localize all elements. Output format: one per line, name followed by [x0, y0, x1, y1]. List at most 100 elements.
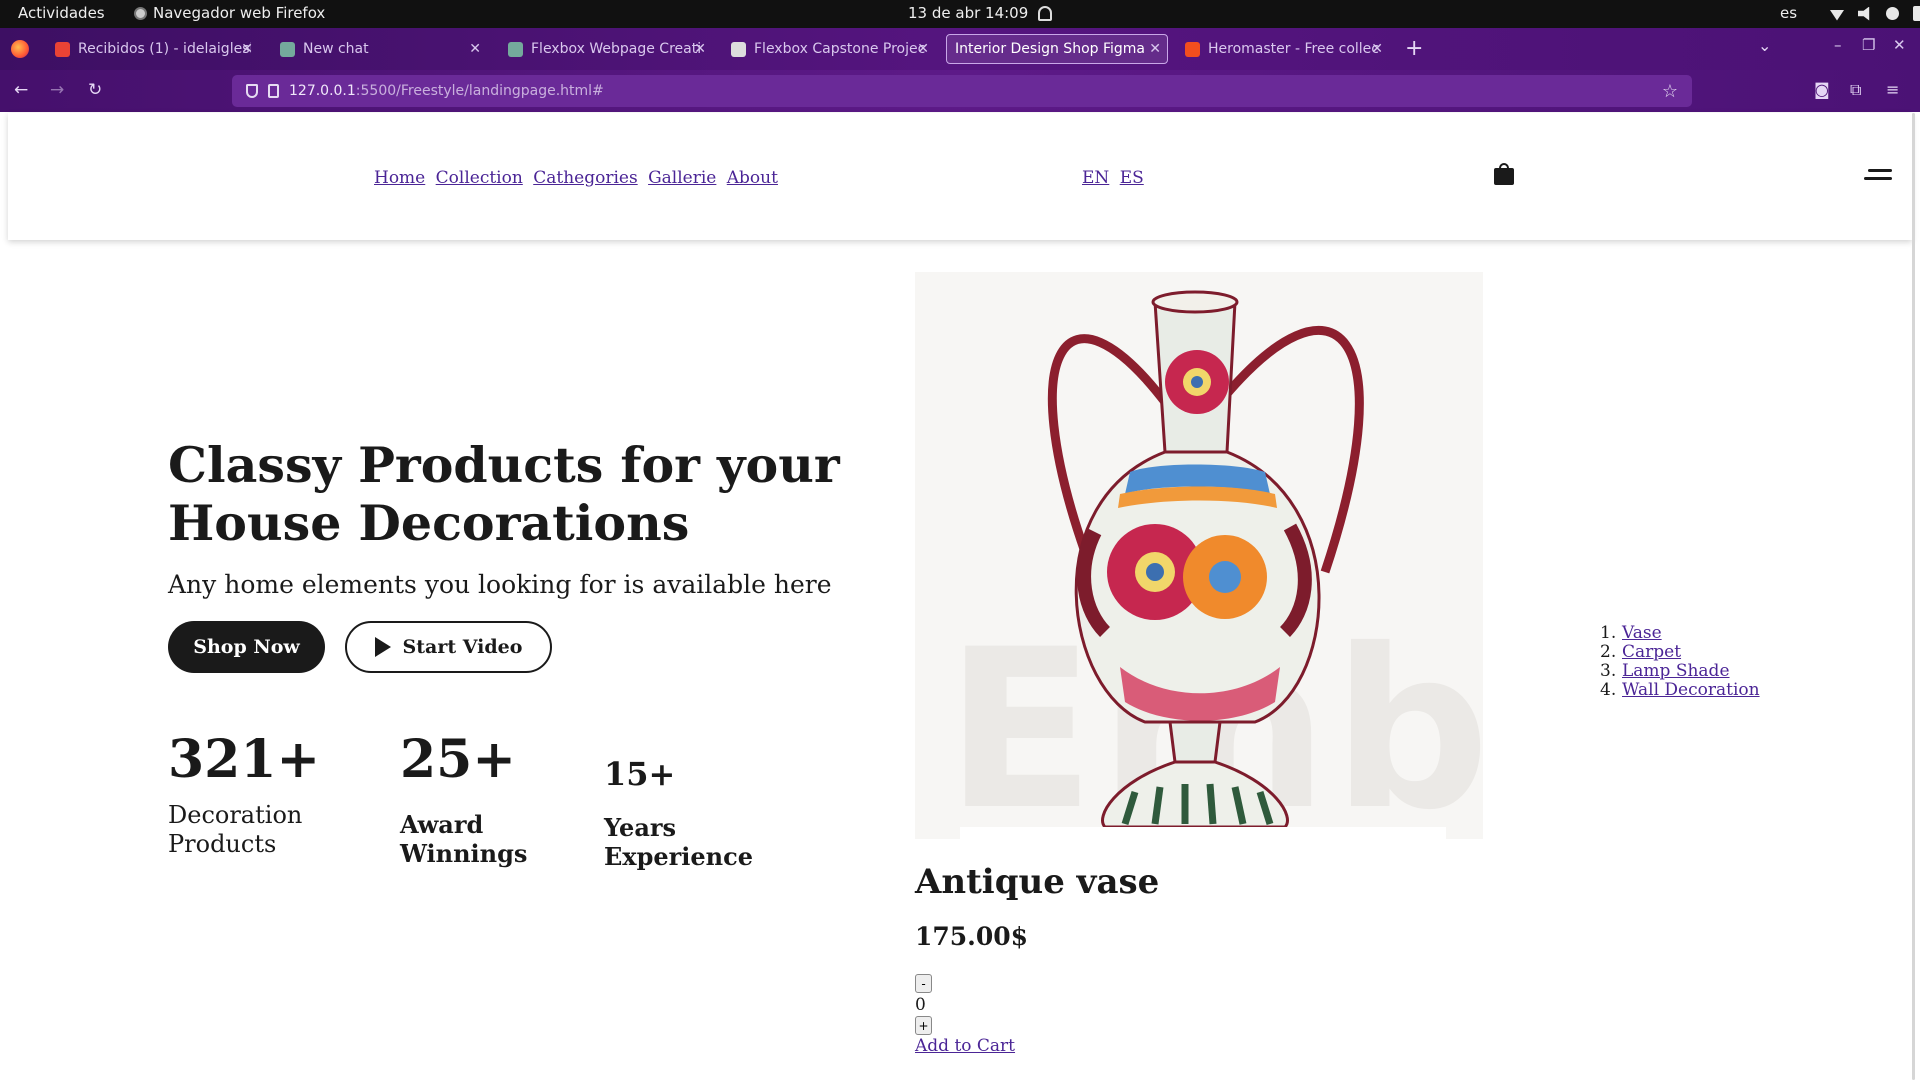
new-tab-icon[interactable]: +: [1405, 36, 1423, 61]
tab-heromaster[interactable]: Heromaster - Free collec ✕: [1177, 34, 1389, 64]
volume-icon: [1858, 6, 1870, 21]
category-list: 1. Vase 2. Carpet 3. Lamp Shade 4. Wall Deco…: [1600, 624, 1760, 700]
shopping-bag-icon[interactable]: [1494, 163, 1514, 185]
forward-icon[interactable]: →: [50, 80, 64, 100]
image-favicon-icon: [731, 41, 746, 57]
browser-tab-bar: Recibidos (1) - idelaiglesi ✕ New chat ✕…: [0, 28, 1920, 70]
bookmark-star-icon[interactable]: ☆: [1662, 81, 1678, 102]
stat-value: 25+: [400, 729, 516, 790]
stat-years-experience: 15+ Years Experience: [604, 752, 784, 871]
category-carpet[interactable]: Carpet: [1622, 643, 1681, 662]
start-video-label: Start Video: [402, 636, 523, 658]
url-bar[interactable]: 127.0.0.1:5500/Freestyle/landingpage.htm…: [232, 75, 1692, 107]
tab-interior-design-shop[interactable]: Interior Design Shop Figma ✕: [946, 34, 1168, 64]
product-image: Embo: [915, 272, 1483, 839]
tab-gmail[interactable]: Recibidos (1) - idelaiglesi ✕: [47, 34, 259, 64]
power-icon: [1886, 7, 1899, 20]
pocket-icon[interactable]: ◙: [1814, 80, 1830, 99]
image-base-strip: [960, 827, 1446, 839]
app-menu-icon[interactable]: ≡: [1886, 80, 1899, 99]
hero-title: Classy Products for your House Decoratio…: [168, 436, 840, 552]
stat-decoration-products: 321+ Decoration Products: [168, 729, 348, 859]
hero-subtitle: Any home elements you looking for is ava…: [168, 570, 832, 599]
lang-en[interactable]: EN: [1082, 168, 1109, 188]
tab-flexbox-webpage[interactable]: Flexbox Webpage Creati ✕: [500, 34, 712, 64]
close-tab-icon[interactable]: ✕: [917, 41, 929, 57]
main-nav: Home Collection Cathegories Gallerie Abo…: [374, 168, 783, 188]
nav-home[interactable]: Home: [374, 168, 425, 188]
figma-favicon-icon: [1185, 41, 1200, 57]
url-path: :5500/Freestyle/landingpage.html#: [355, 83, 604, 99]
start-video-button[interactable]: Start Video: [345, 621, 552, 673]
input-language[interactable]: es: [1780, 4, 1797, 22]
stat-label: Years Experience: [604, 813, 754, 871]
stat-value: 321+: [168, 729, 321, 790]
stat-value: 15+: [604, 755, 676, 793]
close-window-icon[interactable]: ✕: [1893, 36, 1906, 54]
url-text[interactable]: 127.0.0.1:5500/Freestyle/landingpage.htm…: [289, 83, 604, 99]
tab-flexbox-capstone[interactable]: Flexbox Capstone Projec ✕: [723, 34, 935, 64]
restore-icon[interactable]: ❐: [1862, 36, 1875, 54]
close-tab-icon[interactable]: ✕: [694, 41, 706, 57]
close-tab-icon[interactable]: ✕: [469, 41, 481, 57]
category-wall-decoration[interactable]: Wall Decoration: [1622, 681, 1760, 700]
quantity-value: 0: [915, 995, 926, 1015]
tab-new-chat[interactable]: New chat ✕: [272, 34, 487, 64]
chatgpt-favicon-icon: [280, 41, 295, 57]
clock[interactable]: 13 de abr 14:09: [908, 4, 1053, 22]
list-item: 4. Wall Decoration: [1600, 680, 1760, 700]
gmail-favicon-icon: [55, 41, 70, 57]
stat-award-winnings: 25+ Award Winnings: [400, 729, 560, 868]
vase-illustration: [1047, 290, 1364, 829]
category-vase[interactable]: Vase: [1622, 624, 1662, 643]
list-item: 1. Vase: [1600, 623, 1662, 643]
tab-title: Flexbox Webpage Creati: [531, 41, 702, 57]
list-item: 3. Lamp Shade: [1600, 661, 1730, 681]
minimize-icon[interactable]: –: [1834, 36, 1842, 54]
app-name: Navegador web Firefox: [153, 4, 326, 22]
browser-nav-bar: ← → ↻ 127.0.0.1:5500/Freestyle/landingpa…: [0, 70, 1920, 112]
stat-label: Decoration Products: [168, 801, 303, 858]
nav-gallerie[interactable]: Gallerie: [648, 168, 716, 188]
hamburger-menu-icon[interactable]: [1864, 169, 1892, 181]
product-price: 175.00$: [915, 922, 1029, 951]
language-switcher: EN ES: [1082, 168, 1149, 188]
page-scrollbar[interactable]: [1912, 113, 1915, 1080]
activities-button[interactable]: Actividades: [18, 4, 105, 22]
list-all-tabs-icon[interactable]: ⌄: [1758, 36, 1771, 55]
tab-title: Interior Design Shop Figma: [955, 41, 1145, 57]
shield-icon[interactable]: [246, 84, 258, 98]
close-tab-icon[interactable]: ✕: [1371, 41, 1383, 57]
extensions-icon[interactable]: ⧉: [1850, 80, 1861, 100]
nav-cathegories[interactable]: Cathegories: [533, 168, 637, 188]
stat-label: Award Winnings: [400, 810, 528, 868]
page-info-icon[interactable]: [268, 84, 279, 98]
nav-about[interactable]: About: [727, 168, 778, 188]
add-to-cart-link[interactable]: Add to Cart: [915, 1036, 1015, 1056]
close-tab-icon[interactable]: ✕: [1149, 41, 1161, 57]
product-name: Antique vase: [915, 862, 1160, 902]
url-host: 127.0.0.1: [289, 83, 356, 99]
reload-icon[interactable]: ↻: [88, 80, 102, 100]
chatgpt-favicon-icon: [508, 41, 523, 57]
tab-title: Recibidos (1) - idelaiglesi: [78, 41, 251, 57]
close-tab-icon[interactable]: ✕: [241, 41, 253, 57]
quantity-decrease-button[interactable]: -: [915, 974, 932, 993]
firefox-view-icon[interactable]: [11, 40, 29, 58]
nav-collection[interactable]: Collection: [436, 168, 523, 188]
tab-title: Flexbox Capstone Projec: [754, 41, 926, 57]
category-lamp-shade[interactable]: Lamp Shade: [1622, 662, 1730, 681]
quantity-increase-button[interactable]: +: [915, 1016, 932, 1035]
tab-title: Heromaster - Free collec: [1208, 41, 1379, 57]
notification-bell-icon: [1038, 5, 1053, 21]
site-header: Home Collection Cathegories Gallerie Abo…: [8, 113, 1912, 240]
system-tray[interactable]: [1830, 6, 1920, 21]
shop-now-button[interactable]: Shop Now: [168, 621, 325, 673]
wifi-icon: [1830, 10, 1844, 21]
play-icon: [374, 637, 391, 657]
battery-icon: [1913, 6, 1920, 21]
app-menu[interactable]: Navegador web Firefox: [134, 4, 325, 22]
lang-es[interactable]: ES: [1120, 168, 1144, 188]
back-icon[interactable]: ←: [14, 80, 28, 100]
list-item: 2. Carpet: [1600, 642, 1682, 662]
